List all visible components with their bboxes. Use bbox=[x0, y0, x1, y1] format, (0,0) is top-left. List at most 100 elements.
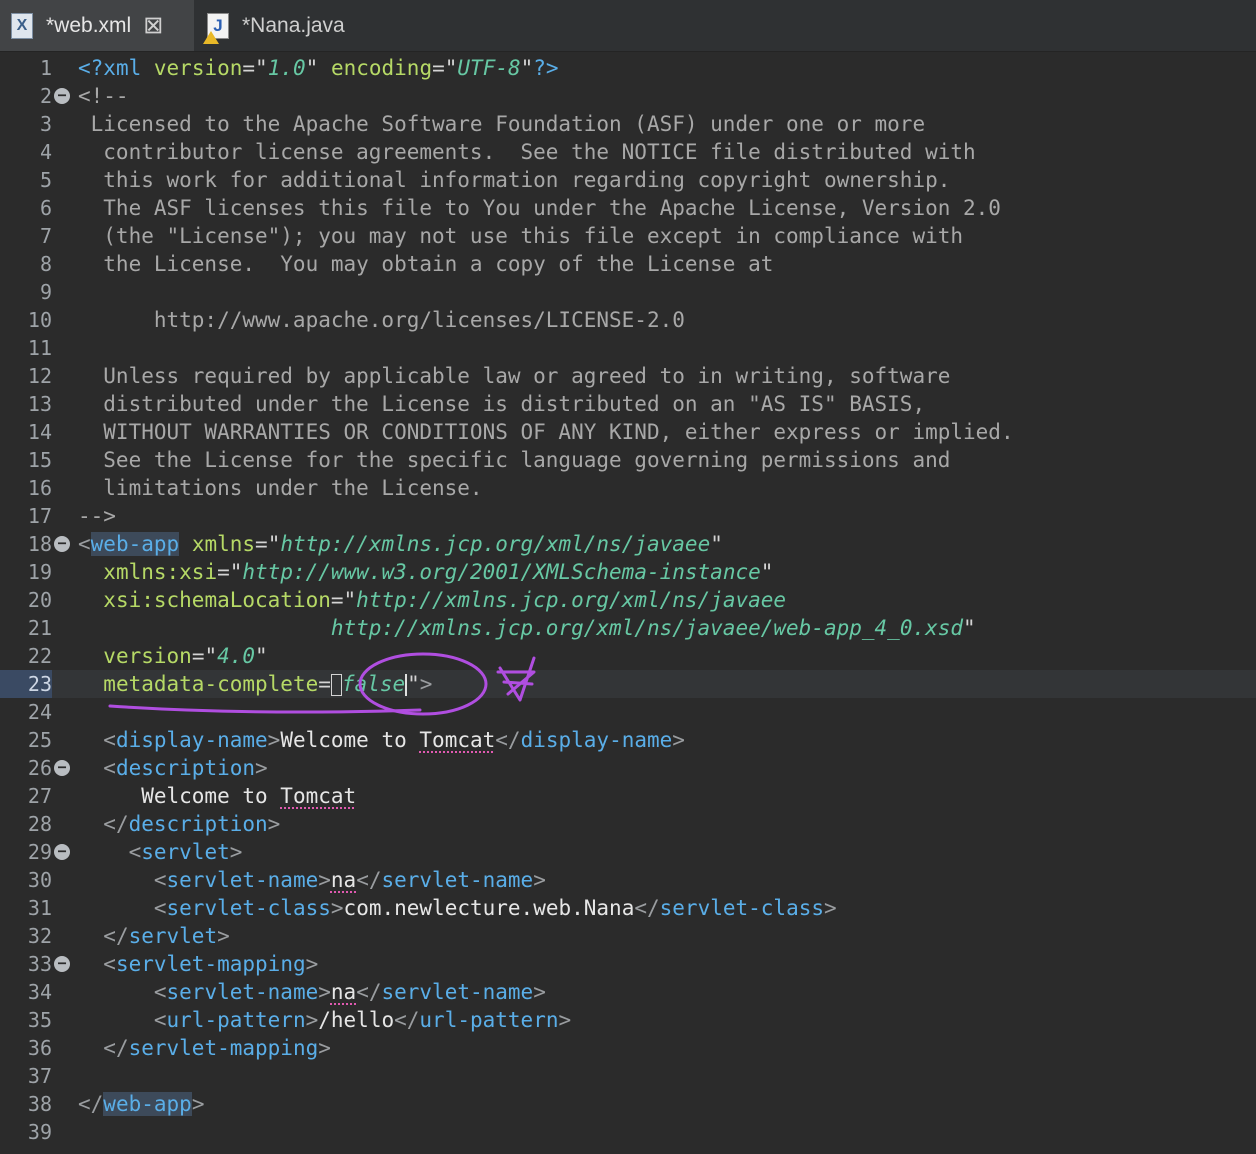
code-text[interactable]: </servlet> bbox=[78, 922, 229, 950]
line-number: 39 bbox=[27, 1120, 52, 1144]
line-number: 21 bbox=[27, 616, 52, 640]
code-line: 37 bbox=[0, 1062, 1256, 1090]
code-text[interactable]: distributed under the License is distrib… bbox=[78, 390, 925, 418]
line-number: 3 bbox=[39, 112, 52, 136]
line-number: 31 bbox=[27, 896, 52, 920]
line-number: 5 bbox=[39, 168, 52, 192]
code-text[interactable]: this work for additional information reg… bbox=[78, 166, 950, 194]
fold-collapse-icon[interactable]: − bbox=[54, 88, 70, 104]
line-number: 14 bbox=[27, 420, 52, 444]
line-number: 32 bbox=[27, 924, 52, 948]
code-line: 25 <display-name>Welcome to Tomcat</disp… bbox=[0, 726, 1256, 754]
line-number: 26 bbox=[27, 756, 52, 780]
line-number: 9 bbox=[39, 280, 52, 304]
line-number: 38 bbox=[27, 1092, 52, 1116]
code-line: 2 − <!-- bbox=[0, 82, 1256, 110]
line-number: 28 bbox=[27, 812, 52, 836]
code-text[interactable]: (the "License"); you may not use this fi… bbox=[78, 222, 963, 250]
code-text[interactable]: --> bbox=[78, 502, 116, 530]
code-line: 17 --> bbox=[0, 502, 1256, 530]
quote-placeholder bbox=[330, 674, 342, 696]
code-text[interactable]: <web-app xmlns="http://xmlns.jcp.org/xml… bbox=[78, 530, 723, 558]
code-line: 20 xsi:schemaLocation="http://xmlns.jcp.… bbox=[0, 586, 1256, 614]
tab-web-xml-label: *web.xml bbox=[46, 13, 132, 37]
code-text[interactable]: <url-pattern>/hello</url-pattern> bbox=[78, 1006, 571, 1034]
code-text[interactable]: </servlet-mapping> bbox=[78, 1034, 331, 1062]
code-text[interactable]: http://xmlns.jcp.org/xml/ns/javaee/web-a… bbox=[78, 614, 976, 642]
fold-collapse-icon[interactable]: − bbox=[54, 536, 70, 552]
code-text[interactable]: metadata-complete= false"> bbox=[78, 670, 432, 698]
line-number: 7 bbox=[39, 224, 52, 248]
line-number: 23 bbox=[0, 670, 52, 698]
code-line: 14 WITHOUT WARRANTIES OR CONDITIONS OF A… bbox=[0, 418, 1256, 446]
code-line: 28 </description> bbox=[0, 810, 1256, 838]
line-number: 29 bbox=[27, 840, 52, 864]
code-line: 19 xmlns:xsi="http://www.w3.org/2001/XML… bbox=[0, 558, 1256, 586]
code-text[interactable]: <servlet-name>na</servlet-name> bbox=[78, 866, 546, 894]
code-line: 18 − <web-app xmlns="http://xmlns.jcp.or… bbox=[0, 530, 1256, 558]
code-line: 31 <servlet-class>com.newlecture.web.Nan… bbox=[0, 894, 1256, 922]
code-text[interactable]: the License. You may obtain a copy of th… bbox=[78, 250, 773, 278]
code-text[interactable]: </web-app> bbox=[78, 1090, 204, 1118]
java-file-icon: J bbox=[203, 12, 229, 44]
line-number: 34 bbox=[27, 980, 52, 1004]
line-number: 11 bbox=[27, 336, 52, 360]
code-line: 3 Licensed to the Apache Software Founda… bbox=[0, 110, 1256, 138]
tab-nana-java[interactable]: J *Nana.java bbox=[196, 0, 396, 51]
code-line: 33 − <servlet-mapping> bbox=[0, 950, 1256, 978]
code-text[interactable]: <?xml version="1.0" encoding="UTF-8"?> bbox=[78, 54, 559, 82]
tab-web-xml[interactable]: X *web.xml ⊠ bbox=[0, 0, 194, 51]
code-text[interactable]: Licensed to the Apache Software Foundati… bbox=[78, 110, 925, 138]
xml-file-icon: X bbox=[11, 12, 33, 39]
code-text[interactable]: version="4.0" bbox=[78, 642, 267, 670]
fold-collapse-icon[interactable]: − bbox=[54, 956, 70, 972]
code-text[interactable]: <servlet-class>com.newlecture.web.Nana</… bbox=[78, 894, 837, 922]
code-line: 7 (the "License"); you may not use this … bbox=[0, 222, 1256, 250]
code-line: 16 limitations under the License. bbox=[0, 474, 1256, 502]
line-number: 13 bbox=[27, 392, 52, 416]
code-line: 35 <url-pattern>/hello</url-pattern> bbox=[0, 1006, 1256, 1034]
code-text[interactable]: </description> bbox=[78, 810, 280, 838]
code-text[interactable]: <servlet-name>na</servlet-name> bbox=[78, 978, 546, 1006]
code-line: 24 bbox=[0, 698, 1256, 726]
code-text[interactable]: xmlns:xsi="http://www.w3.org/2001/XMLSch… bbox=[78, 558, 773, 586]
close-icon[interactable]: ⊠ bbox=[143, 11, 163, 40]
line-number: 2 bbox=[39, 84, 52, 108]
fold-collapse-icon[interactable]: − bbox=[54, 844, 70, 860]
current-code-line: 23 metadata-complete= false"> bbox=[0, 670, 1256, 698]
code-text[interactable]: <description> bbox=[78, 754, 267, 782]
code-line: 29 − <servlet> bbox=[0, 838, 1256, 866]
code-text[interactable]: contributor license agreements. See the … bbox=[78, 138, 975, 166]
line-number: 25 bbox=[27, 728, 52, 752]
code-text[interactable]: <servlet> bbox=[78, 838, 243, 866]
code-line: 13 distributed under the License is dist… bbox=[0, 390, 1256, 418]
code-text[interactable]: Unless required by applicable law or agr… bbox=[78, 362, 950, 390]
code-line: 26 − <description> bbox=[0, 754, 1256, 782]
code-line: 1 <?xml version="1.0" encoding="UTF-8"?> bbox=[0, 54, 1256, 82]
line-number: 18 bbox=[27, 532, 52, 556]
line-number: 30 bbox=[27, 868, 52, 892]
code-text[interactable]: http://www.apache.org/licenses/LICENSE-2… bbox=[78, 306, 685, 334]
code-line: 27 Welcome to Tomcat bbox=[0, 782, 1256, 810]
line-number: 15 bbox=[27, 448, 52, 472]
code-text[interactable]: <servlet-mapping> bbox=[78, 950, 318, 978]
code-text[interactable]: xsi:schemaLocation="http://xmlns.jcp.org… bbox=[78, 586, 786, 614]
code-line: 39 bbox=[0, 1118, 1256, 1146]
code-text[interactable]: limitations under the License. bbox=[78, 474, 482, 502]
code-text[interactable]: Welcome to Tomcat bbox=[78, 782, 356, 810]
warning-icon bbox=[203, 30, 219, 44]
line-number: 1 bbox=[39, 56, 52, 80]
code-text[interactable]: WITHOUT WARRANTIES OR CONDITIONS OF ANY … bbox=[78, 418, 1013, 446]
code-text[interactable]: The ASF licenses this file to You under … bbox=[78, 194, 1001, 222]
code-text[interactable]: <!-- bbox=[78, 82, 129, 110]
code-text[interactable]: See the License for the specific languag… bbox=[78, 446, 950, 474]
fold-collapse-icon[interactable]: − bbox=[54, 760, 70, 776]
code-text[interactable]: <display-name>Welcome to Tomcat</display… bbox=[78, 726, 685, 754]
line-number: 17 bbox=[27, 504, 52, 528]
code-line: 22 version="4.0" bbox=[0, 642, 1256, 670]
tab-nana-java-label: *Nana.java bbox=[242, 13, 345, 37]
line-number: 37 bbox=[27, 1064, 52, 1088]
code-editor[interactable]: 1 <?xml version="1.0" encoding="UTF-8"?>… bbox=[0, 52, 1256, 1154]
line-number: 22 bbox=[27, 644, 52, 668]
line-number: 33 bbox=[27, 952, 52, 976]
